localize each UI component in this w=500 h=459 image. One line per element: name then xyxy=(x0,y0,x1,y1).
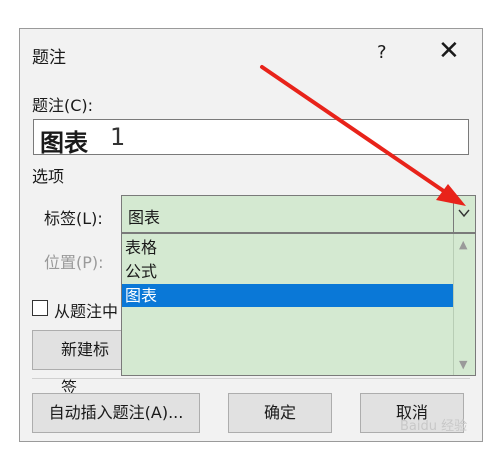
watermark: Baidu 经验 xyxy=(400,419,468,434)
red-arrow-annotation xyxy=(260,65,466,206)
